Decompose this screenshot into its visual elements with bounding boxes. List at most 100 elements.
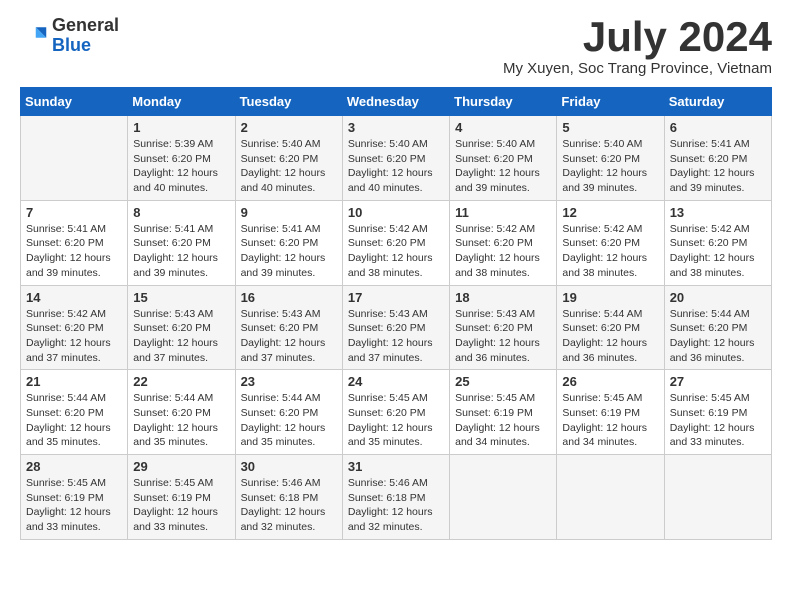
day-info: Sunrise: 5:45 AM Sunset: 6:19 PM Dayligh…: [455, 391, 551, 450]
calendar-cell: 9 Sunrise: 5:41 AM Sunset: 6:20 PM Daylig…: [235, 200, 342, 285]
calendar-week-1: 1 Sunrise: 5:39 AM Sunset: 6:20 PM Daylig…: [21, 116, 772, 201]
calendar-cell: 1 Sunrise: 5:39 AM Sunset: 6:20 PM Daylig…: [128, 116, 235, 201]
calendar-cell: [21, 116, 128, 201]
day-info: Sunrise: 5:41 AM Sunset: 6:20 PM Dayligh…: [241, 222, 337, 281]
day-info: Sunrise: 5:41 AM Sunset: 6:20 PM Dayligh…: [133, 222, 229, 281]
calendar-cell: 18 Sunrise: 5:43 AM Sunset: 6:20 PM Dayli…: [450, 285, 557, 370]
day-number: 21: [26, 374, 122, 389]
day-info: Sunrise: 5:44 AM Sunset: 6:20 PM Dayligh…: [133, 391, 229, 450]
day-info: Sunrise: 5:44 AM Sunset: 6:20 PM Dayligh…: [26, 391, 122, 450]
day-info: Sunrise: 5:45 AM Sunset: 6:19 PM Dayligh…: [562, 391, 658, 450]
day-info: Sunrise: 5:42 AM Sunset: 6:20 PM Dayligh…: [26, 307, 122, 366]
main-title: July 2024: [503, 16, 772, 58]
calendar-cell: 21 Sunrise: 5:44 AM Sunset: 6:20 PM Dayli…: [21, 370, 128, 455]
day-number: 7: [26, 205, 122, 220]
day-info: Sunrise: 5:39 AM Sunset: 6:20 PM Dayligh…: [133, 137, 229, 196]
calendar-week-3: 14Sunrise: 5:42 AM Sunset: 6:20 PM Dayli…: [21, 285, 772, 370]
calendar-table: SundayMondayTuesdayWednesdayThursdayFrid…: [20, 87, 772, 540]
column-header-tuesday: Tuesday: [235, 88, 342, 116]
day-info: Sunrise: 5:41 AM Sunset: 6:20 PM Dayligh…: [670, 137, 766, 196]
day-number: 1: [133, 120, 229, 135]
calendar-cell: 30 Sunrise: 5:46 AM Sunset: 6:18 PM Dayli…: [235, 455, 342, 540]
calendar-cell: [557, 455, 664, 540]
day-number: 31: [348, 459, 444, 474]
day-info: Sunrise: 5:45 AM Sunset: 6:20 PM Dayligh…: [348, 391, 444, 450]
day-number: 19: [562, 290, 658, 305]
day-info: Sunrise: 5:46 AM Sunset: 6:18 PM Dayligh…: [241, 476, 337, 535]
calendar-cell: 31 Sunrise: 5:46 AM Sunset: 6:18 PM Dayli…: [342, 455, 449, 540]
column-header-friday: Friday: [557, 88, 664, 116]
day-number: 6: [670, 120, 766, 135]
calendar-cell: 4Sunrise: 5:40 AM Sunset: 6:20 PM Daylig…: [450, 116, 557, 201]
subtitle: My Xuyen, Soc Trang Province, Vietnam: [503, 60, 772, 77]
day-info: Sunrise: 5:43 AM Sunset: 6:20 PM Dayligh…: [133, 307, 229, 366]
day-info: Sunrise: 5:43 AM Sunset: 6:20 PM Dayligh…: [455, 307, 551, 366]
day-number: 3: [348, 120, 444, 135]
logo-icon: [20, 22, 48, 50]
calendar-cell: 26 Sunrise: 5:45 AM Sunset: 6:19 PM Dayli…: [557, 370, 664, 455]
day-info: Sunrise: 5:46 AM Sunset: 6:18 PM Dayligh…: [348, 476, 444, 535]
day-number: 30: [241, 459, 337, 474]
column-header-thursday: Thursday: [450, 88, 557, 116]
calendar-cell: 29 Sunrise: 5:45 AM Sunset: 6:19 PM Dayli…: [128, 455, 235, 540]
calendar-cell: 20 Sunrise: 5:44 AM Sunset: 6:20 PM Dayli…: [664, 285, 771, 370]
day-info: Sunrise: 5:40 AM Sunset: 6:20 PM Dayligh…: [348, 137, 444, 196]
day-info: Sunrise: 5:40 AM Sunset: 6:20 PM Dayligh…: [562, 137, 658, 196]
day-info: Sunrise: 5:42 AM Sunset: 6:20 PM Dayligh…: [670, 222, 766, 281]
day-number: 20: [670, 290, 766, 305]
calendar-cell: 12 Sunrise: 5:42 AM Sunset: 6:20 PM Dayli…: [557, 200, 664, 285]
page-header: General Blue July 2024 My Xuyen, Soc Tra…: [20, 16, 772, 77]
column-header-saturday: Saturday: [664, 88, 771, 116]
logo-text: General Blue: [52, 16, 119, 56]
column-header-monday: Monday: [128, 88, 235, 116]
day-info: Sunrise: 5:42 AM Sunset: 6:20 PM Dayligh…: [348, 222, 444, 281]
calendar-cell: 22 Sunrise: 5:44 AM Sunset: 6:20 PM Dayli…: [128, 370, 235, 455]
column-header-wednesday: Wednesday: [342, 88, 449, 116]
calendar-cell: 7Sunrise: 5:41 AM Sunset: 6:20 PM Daylig…: [21, 200, 128, 285]
day-info: Sunrise: 5:44 AM Sunset: 6:20 PM Dayligh…: [562, 307, 658, 366]
calendar-cell: 17Sunrise: 5:43 AM Sunset: 6:20 PM Dayli…: [342, 285, 449, 370]
day-info: Sunrise: 5:42 AM Sunset: 6:20 PM Dayligh…: [455, 222, 551, 281]
day-info: Sunrise: 5:45 AM Sunset: 6:19 PM Dayligh…: [133, 476, 229, 535]
day-number: 27: [670, 374, 766, 389]
calendar-cell: 24 Sunrise: 5:45 AM Sunset: 6:20 PM Dayli…: [342, 370, 449, 455]
day-number: 24: [348, 374, 444, 389]
day-number: 18: [455, 290, 551, 305]
calendar-cell: 2Sunrise: 5:40 AM Sunset: 6:20 PM Daylig…: [235, 116, 342, 201]
calendar-cell: 14Sunrise: 5:42 AM Sunset: 6:20 PM Dayli…: [21, 285, 128, 370]
day-number: 11: [455, 205, 551, 220]
calendar-week-2: 7 Sunrise: 5:41 AM Sunset: 6:20 PM Daylig…: [21, 200, 772, 285]
calendar-cell: 3 Sunrise: 5:40 AM Sunset: 6:20 PM Daylig…: [342, 116, 449, 201]
day-number: 10: [348, 205, 444, 220]
day-number: 15: [133, 290, 229, 305]
calendar-week-4: 21 Sunrise: 5:44 AM Sunset: 6:20 PM Dayli…: [21, 370, 772, 455]
day-number: 16: [241, 290, 337, 305]
day-number: 29: [133, 459, 229, 474]
calendar-cell: 16 Sunrise: 5:43 AM Sunset: 6:20 PM Dayli…: [235, 285, 342, 370]
calendar-cell: 5Sunrise: 5:40 AM Sunset: 6:20 PM Daylig…: [557, 116, 664, 201]
calendar-header-row: SundayMondayTuesdayWednesdayThursdayFrid…: [21, 88, 772, 116]
day-number: 22: [133, 374, 229, 389]
day-info: Sunrise: 5:44 AM Sunset: 6:20 PM Dayligh…: [670, 307, 766, 366]
day-info: Sunrise: 5:42 AM Sunset: 6:20 PM Dayligh…: [562, 222, 658, 281]
calendar-cell: 8 Sunrise: 5:41 AM Sunset: 6:20 PM Daylig…: [128, 200, 235, 285]
calendar-cell: 28Sunrise: 5:45 AM Sunset: 6:19 PM Dayli…: [21, 455, 128, 540]
day-info: Sunrise: 5:40 AM Sunset: 6:20 PM Dayligh…: [455, 137, 551, 196]
calendar-week-5: 28Sunrise: 5:45 AM Sunset: 6:19 PM Dayli…: [21, 455, 772, 540]
day-info: Sunrise: 5:45 AM Sunset: 6:19 PM Dayligh…: [26, 476, 122, 535]
calendar-cell: [664, 455, 771, 540]
calendar-cell: 19 Sunrise: 5:44 AM Sunset: 6:20 PM Dayli…: [557, 285, 664, 370]
day-number: 23: [241, 374, 337, 389]
day-number: 2: [241, 120, 337, 135]
day-info: Sunrise: 5:43 AM Sunset: 6:20 PM Dayligh…: [241, 307, 337, 366]
day-number: 26: [562, 374, 658, 389]
day-number: 13: [670, 205, 766, 220]
day-number: 8: [133, 205, 229, 220]
calendar-cell: 27 Sunrise: 5:45 AM Sunset: 6:19 PM Dayli…: [664, 370, 771, 455]
day-number: 9: [241, 205, 337, 220]
day-number: 12: [562, 205, 658, 220]
calendar-cell: 23 Sunrise: 5:44 AM Sunset: 6:20 PM Dayli…: [235, 370, 342, 455]
day-info: Sunrise: 5:45 AM Sunset: 6:19 PM Dayligh…: [670, 391, 766, 450]
calendar-cell: 11 Sunrise: 5:42 AM Sunset: 6:20 PM Dayli…: [450, 200, 557, 285]
day-info: Sunrise: 5:44 AM Sunset: 6:20 PM Dayligh…: [241, 391, 337, 450]
